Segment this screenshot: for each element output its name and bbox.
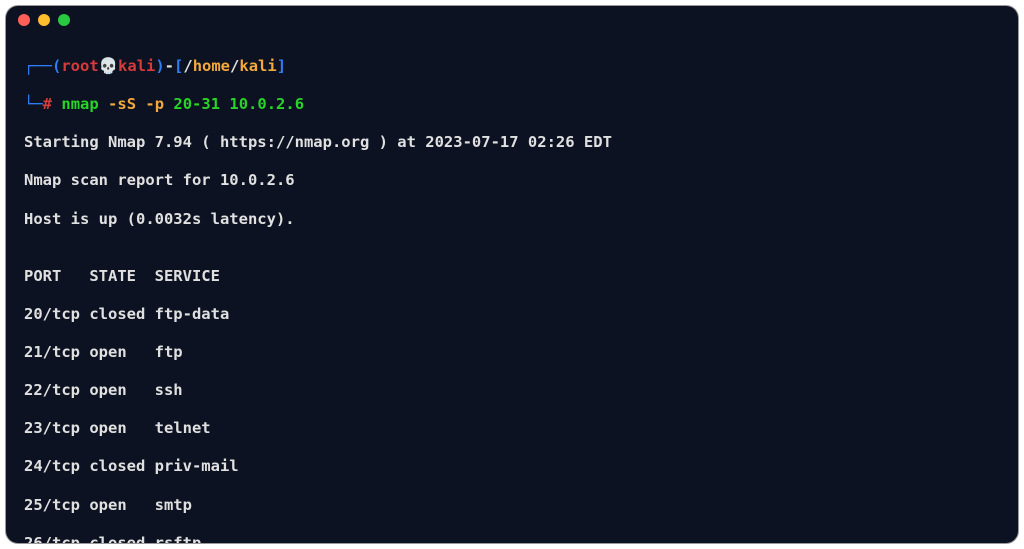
port-row: 20/tcp closed ftp-data <box>24 305 1000 324</box>
prompt-host: kali <box>118 57 155 75</box>
path-home: home <box>193 57 230 75</box>
port-table-header: PORT STATE SERVICE <box>24 267 1000 286</box>
port-row: 25/tcp open smtp <box>24 496 1000 515</box>
port-row: 23/tcp open telnet <box>24 419 1000 438</box>
port-row: 22/tcp open ssh <box>24 381 1000 400</box>
flag-p: -p <box>145 95 164 113</box>
paren-open: ( <box>52 57 61 75</box>
output-line: Host is up (0.0032s latency). <box>24 210 1000 229</box>
cmd-args: 20-31 10.0.2.6 <box>164 95 304 113</box>
output-line: Starting Nmap 7.94 ( https://nmap.org ) … <box>24 133 1000 152</box>
hash-symbol: # <box>43 95 52 113</box>
box-corner: └─ <box>24 95 43 113</box>
terminal-content[interactable]: ┌──(root💀kali)-[/home/kali] └─# nmap -sS… <box>6 34 1018 543</box>
close-icon[interactable] <box>18 14 30 26</box>
prompt-line-2: └─# nmap -sS -p 20-31 10.0.2.6 <box>24 95 1000 114</box>
prompt-user: root <box>61 57 98 75</box>
prompt-line-1: ┌──(root💀kali)-[/home/kali] <box>24 57 1000 76</box>
paren-close: ) <box>155 57 164 75</box>
minimize-icon[interactable] <box>38 14 50 26</box>
port-row: 24/tcp closed priv-mail <box>24 457 1000 476</box>
slash: / <box>183 57 192 75</box>
box-corner: ┌── <box>24 57 52 75</box>
port-row: 21/tcp open ftp <box>24 343 1000 362</box>
cmd-nmap: nmap <box>61 95 108 113</box>
terminal-window: ┌──(root💀kali)-[/home/kali] └─# nmap -sS… <box>6 6 1018 543</box>
skull-icon: 💀 <box>99 57 118 75</box>
slash: / <box>230 57 239 75</box>
maximize-icon[interactable] <box>58 14 70 26</box>
output-line: Nmap scan report for 10.0.2.6 <box>24 171 1000 190</box>
bracket-close: ] <box>277 57 286 75</box>
bracket-open: [ <box>174 57 183 75</box>
space <box>136 95 145 113</box>
port-row: 26/tcp closed rsftp <box>24 534 1000 543</box>
space <box>52 95 61 113</box>
dash: - <box>165 57 174 75</box>
flag-sS: -sS <box>108 95 136 113</box>
window-titlebar <box>6 6 1018 34</box>
path-kali: kali <box>239 57 276 75</box>
